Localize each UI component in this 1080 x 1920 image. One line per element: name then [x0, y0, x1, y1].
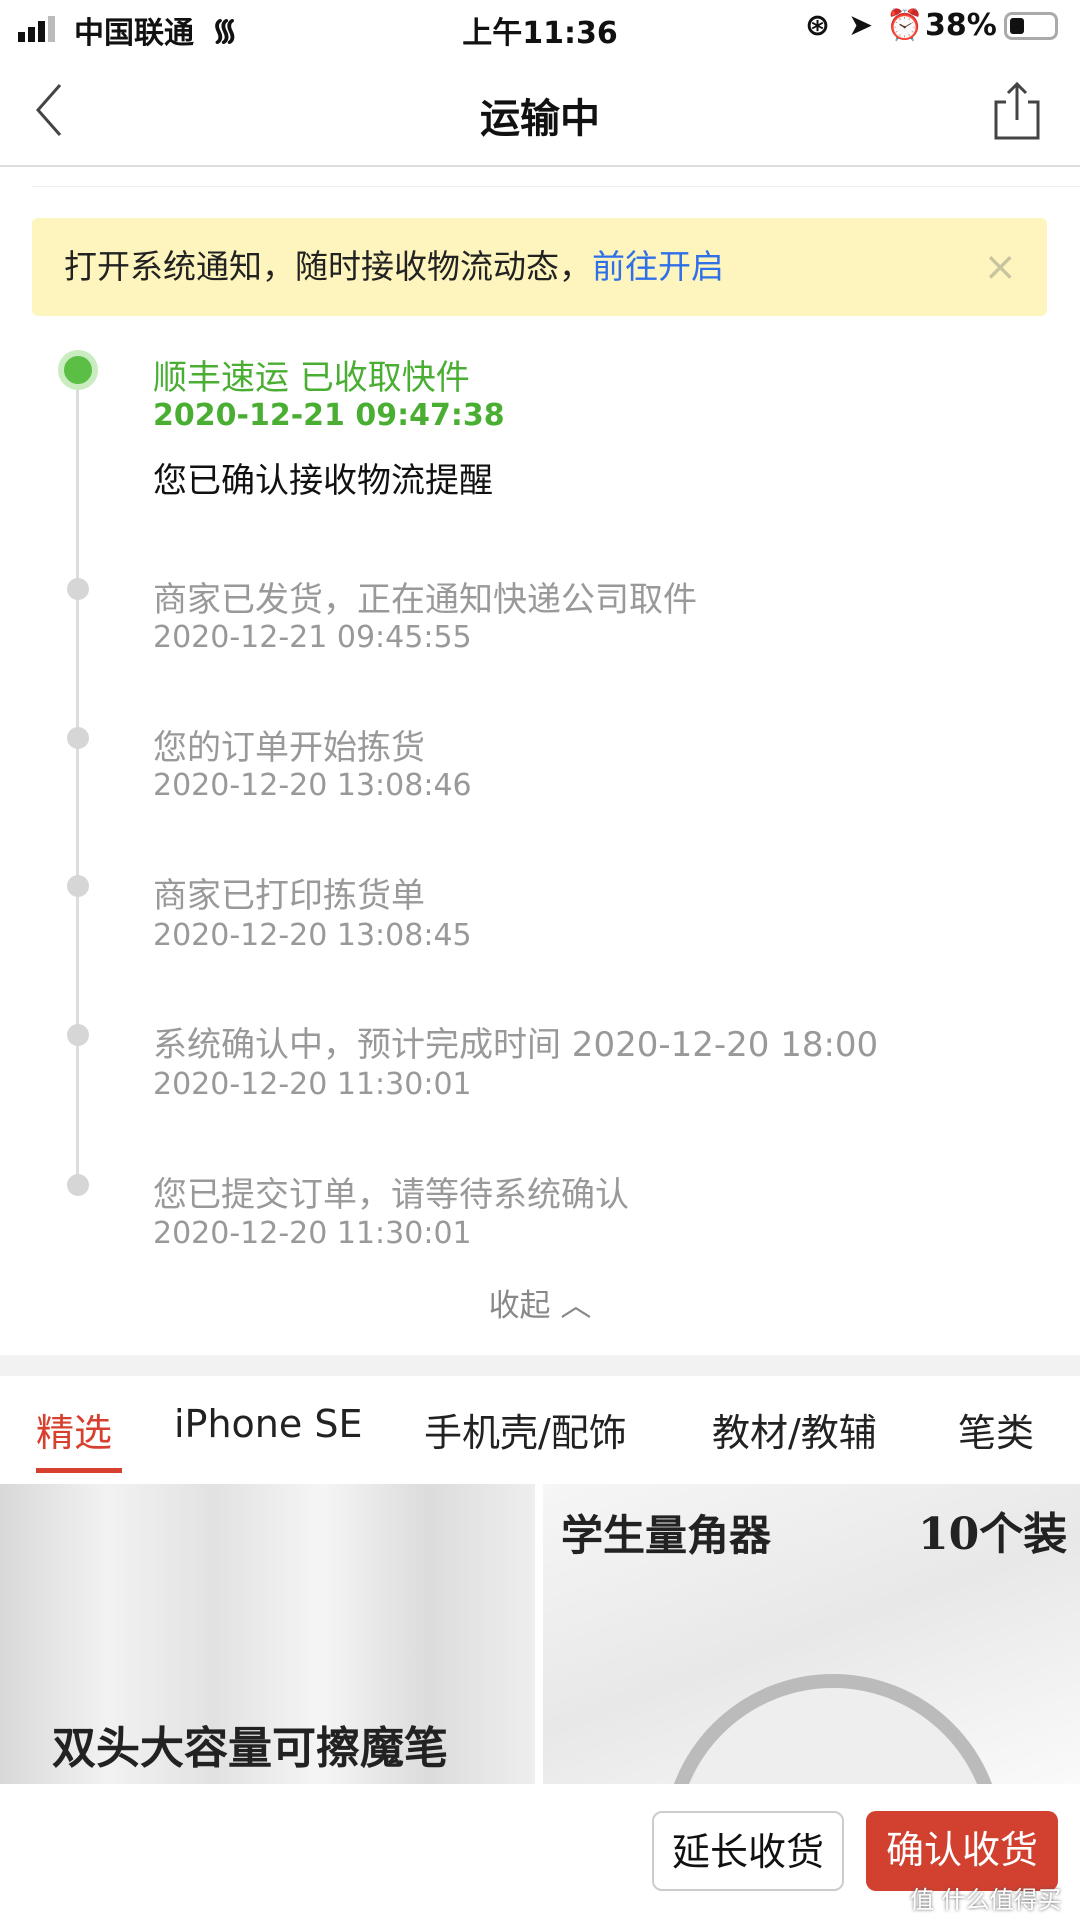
timeline-date: 2020-12-20 13:08:46 [153, 768, 472, 803]
product-caption: 学生量角器 [561, 1511, 772, 1560]
timeline-desc: 您已确认接收物流提醒 [153, 461, 493, 501]
timeline-dot [67, 1174, 89, 1196]
divider [32, 186, 1080, 187]
tab-iphone-se[interactable]: iPhone SE [174, 1402, 362, 1446]
notification-banner: 打开系统通知，随时接收物流动态，前往开启 × [32, 218, 1047, 316]
confirm-receipt-button[interactable]: 确认收货 [866, 1811, 1058, 1891]
timeline-dot [67, 727, 89, 749]
timeline-title: 商家已发货，正在通知快递公司取件 [153, 580, 697, 620]
section-separator [0, 1355, 1080, 1376]
close-icon[interactable]: × [983, 218, 1017, 316]
battery-icon [1004, 12, 1058, 40]
banner-text: 打开系统通知，随时接收物流动态， [64, 247, 592, 286]
product-caption-count: 10个装 [918, 1509, 1068, 1560]
watermark: 值 什么值得买 [910, 1886, 1062, 1914]
rotation-lock-icon: ⊛ [805, 8, 831, 43]
timeline-dot [67, 875, 89, 897]
location-icon: ➤ [848, 8, 874, 43]
active-tab-indicator [36, 1468, 122, 1473]
timeline-title: 顺丰速运 已收取快件 [153, 358, 470, 398]
nav-divider [0, 165, 1080, 167]
timeline-date: 2020-12-21 09:45:55 [153, 620, 472, 655]
extend-receipt-button[interactable]: 延长收货 [652, 1811, 844, 1891]
tab-pens[interactable]: 笔类 [958, 1402, 1034, 1457]
enable-notifications-link[interactable]: 前往开启 [592, 247, 724, 286]
product-caption: 双头大容量可擦魔笔 [52, 1723, 448, 1774]
timeline-title: 您已提交订单，请等待系统确认 [153, 1175, 629, 1215]
timeline-dot [67, 578, 89, 600]
product-card[interactable]: 学生量角器 10个装 [543, 1484, 1080, 1784]
share-button[interactable] [990, 80, 1044, 142]
timeline-date: 2020-12-21 09:47:38 [153, 398, 505, 433]
tab-featured[interactable]: 精选 [36, 1402, 112, 1457]
tab-textbooks[interactable]: 教材/教辅 [712, 1402, 877, 1457]
collapse-label: 收起 [488, 1288, 551, 1324]
timeline-dot-active [58, 350, 98, 390]
share-icon [994, 81, 1040, 140]
protractor-image [663, 1674, 1003, 1784]
timeline-date: 2020-12-20 11:30:01 [153, 1067, 472, 1102]
timeline-title: 商家已打印拣货单 [153, 876, 425, 916]
chevron-up-icon: ︿ [560, 1288, 592, 1324]
timeline-dot [67, 1024, 89, 1046]
timeline-title: 系统确认中，预计完成时间 2020-12-20 18:00 [153, 1025, 879, 1065]
tab-phone-cases[interactable]: 手机壳/配饰 [424, 1402, 627, 1457]
timeline-title: 您的订单开始拣货 [153, 728, 425, 768]
timeline-line [76, 372, 79, 1188]
battery-percent: 38% [925, 8, 997, 43]
alarm-icon: ⏰ [886, 8, 924, 43]
page-title: 运输中 [480, 96, 600, 142]
timeline-date: 2020-12-20 13:08:45 [153, 918, 472, 953]
product-card[interactable]: 双头大容量可擦魔笔 [0, 1484, 535, 1784]
collapse-button[interactable]: 收起 ︿ [0, 1280, 1080, 1325]
timeline-date: 2020-12-20 11:30:01 [153, 1216, 472, 1251]
